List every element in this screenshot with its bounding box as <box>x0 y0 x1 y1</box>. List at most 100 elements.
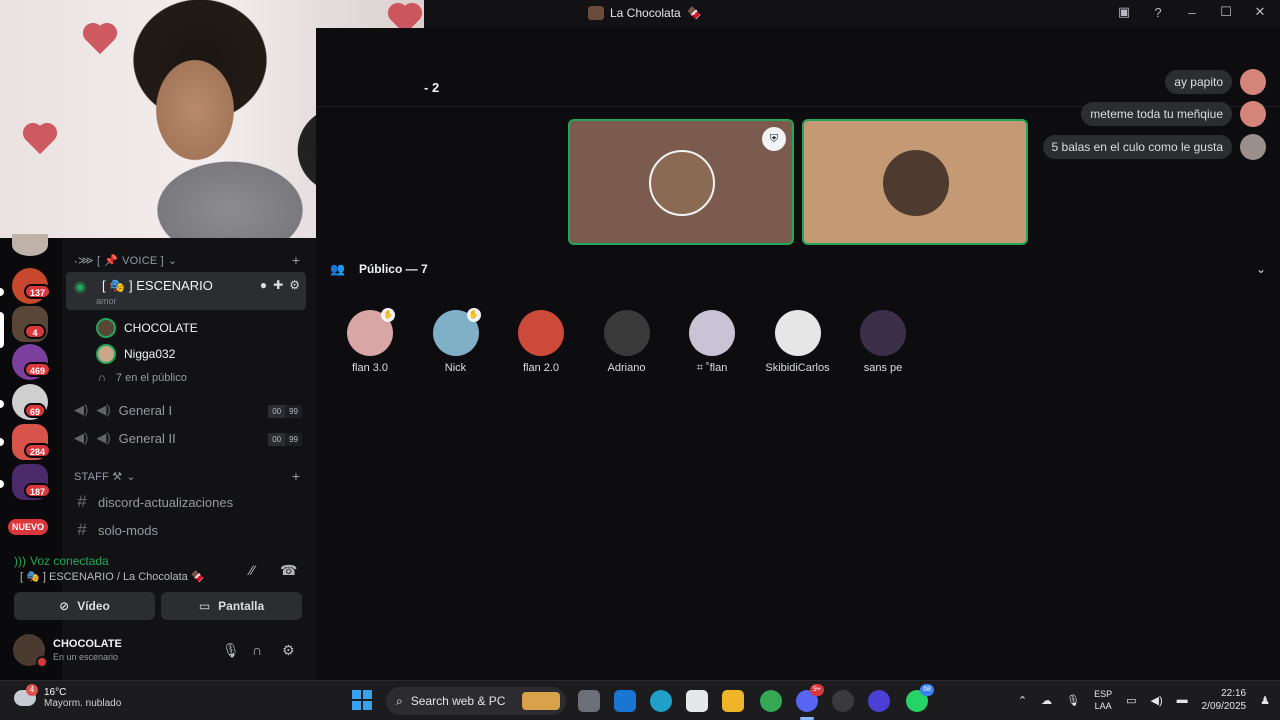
discord-icon[interactable]: 9+ <box>796 684 824 712</box>
inbox-icon[interactable]: ▣ <box>1114 4 1134 20</box>
app-icon[interactable] <box>832 690 854 712</box>
headphones-icon[interactable]: ∩ <box>252 642 262 658</box>
audience-member[interactable]: Adriano <box>587 310 667 374</box>
audience-member[interactable]: flan 2.0 <box>501 310 581 374</box>
help-icon[interactable]: ? <box>1148 5 1168 20</box>
mention-badge: 187 <box>24 483 52 498</box>
text-channel-solo-mods[interactable]: # solo-mods <box>74 520 158 540</box>
store-icon[interactable] <box>686 690 708 712</box>
people-icon: 👥 <box>330 262 345 276</box>
stage-speaker[interactable]: CHOCOLATE <box>96 318 198 338</box>
audience-member[interactable]: ✋ flan 3.0 <box>330 308 410 374</box>
avatar[interactable] <box>1240 69 1266 95</box>
audience-member[interactable]: SkibidiCarlos <box>758 310 838 374</box>
mention-badge: 284 <box>24 443 52 458</box>
voice-location[interactable]: [ 🎭 ] ESCENARIO / La Chocolata 🍫 <box>20 570 205 583</box>
avatar <box>96 318 116 338</box>
raised-hand-icon: ✋ <box>466 308 481 322</box>
text-channel-name: discord-actualizaciones <box>98 494 234 510</box>
screen-share-label: Pantalla <box>218 599 265 613</box>
new-servers-pill[interactable]: NUEVO <box>8 519 49 535</box>
voice-channel-general-ii[interactable]: ◀) ◀) General II <box>74 430 176 446</box>
chrome-icon[interactable] <box>760 690 782 712</box>
raised-hand-icon: ✋ <box>381 308 395 322</box>
display-icon[interactable]: ▭ <box>1126 694 1136 707</box>
voice-channel-general-i[interactable]: ◀) ◀) General I <box>74 402 172 418</box>
audience-member[interactable]: sans pe <box>843 310 923 374</box>
stage-audience[interactable]: ∩ 7 en el público <box>98 372 187 384</box>
file-explorer-icon[interactable] <box>722 690 744 712</box>
stage-channel-escenario[interactable]: ◉ [ 🎭 ] ESCENARIO amor ● ✚ ⚙ <box>66 272 306 310</box>
system-tray: ⌃ ☁ 🎙 ESP LAA ▭ ◀) ▬ 22:16 2/09/2025 ♟ <box>1018 687 1270 713</box>
avatar[interactable] <box>1240 101 1266 127</box>
whatsapp-icon[interactable]: 68 <box>906 684 934 712</box>
user-limit: 00 99 <box>268 405 302 418</box>
voice-status-text: Voz conectada <box>30 554 109 568</box>
avatar[interactable] <box>1240 134 1266 160</box>
message-bubble: meteme toda tu meñqiue <box>1081 102 1232 126</box>
maximize-icon[interactable]: ☐ <box>1216 4 1236 20</box>
language-indicator[interactable]: ESP LAA <box>1094 688 1112 712</box>
category-staff[interactable]: STAFF ⚒ ⌄ <box>74 470 136 483</box>
avatar <box>649 150 715 216</box>
close-icon[interactable]: ✕ <box>1250 4 1270 20</box>
audience-member[interactable]: ✋ Nick <box>416 308 496 374</box>
notification-icon[interactable]: ♟ <box>1260 694 1270 707</box>
username[interactable]: CHOCOLATE <box>53 638 122 650</box>
microphone-icon[interactable]: 🎙 <box>1066 694 1080 707</box>
voice-channel-name: General II <box>118 430 176 446</box>
chevron-up-icon[interactable]: ⌃ <box>1018 694 1027 707</box>
voice-status[interactable]: ))) Voz conectada <box>14 554 109 568</box>
speaker-tile[interactable] <box>802 119 1028 245</box>
stage-topic: amor <box>96 296 117 306</box>
edge-icon[interactable] <box>650 690 672 712</box>
speaker-icon: ◀) <box>96 430 111 445</box>
battery-icon[interactable]: ▬ <box>1177 694 1188 706</box>
speaker-tile[interactable]: ⛨ <box>568 119 794 245</box>
invite-icon[interactable]: ✚ <box>273 278 283 292</box>
search-box[interactable]: ⌕ Search web & PC <box>386 687 566 715</box>
search-icon: ⌕ <box>396 693 403 708</box>
category-voice[interactable]: ˖⋙ [ 📌 VOICE ] ⌄ <box>74 254 178 268</box>
audience-header: 👥 Público — 7 <box>330 262 428 276</box>
gear-icon[interactable]: ⚙ <box>282 642 295 659</box>
volume-icon[interactable]: ◀) <box>1151 694 1163 707</box>
moderator-shield-icon: ⛨ <box>762 127 786 151</box>
onedrive-icon[interactable]: ☁ <box>1041 694 1052 707</box>
screen-share-button[interactable]: ▭ Pantalla <box>161 592 302 620</box>
microphone-icon[interactable]: 🎙 <box>222 642 240 659</box>
server-icon[interactable] <box>12 234 48 256</box>
user-limit: 00 99 <box>268 433 302 446</box>
minimize-icon[interactable]: – <box>1182 5 1202 20</box>
task-view-icon[interactable] <box>578 690 600 712</box>
user-status: En un escenario <box>53 652 119 662</box>
start-button[interactable] <box>352 690 372 710</box>
video-button[interactable]: ⊘ Vídeo <box>14 592 155 620</box>
gear-icon[interactable]: ⚙ <box>289 278 300 292</box>
avatar <box>883 150 949 216</box>
user-panel: CHOCOLATE En un escenario 🎙 ∩ ⚙ <box>6 628 310 674</box>
outlook-icon[interactable] <box>614 690 636 712</box>
avatar <box>96 344 116 364</box>
stage-speaker[interactable]: Nigga032 <box>96 344 175 364</box>
chevron-down-icon: ⌄ <box>167 255 178 267</box>
disconnect-icon[interactable]: ☎ <box>280 562 297 579</box>
avatar <box>774 310 821 356</box>
chat-icon[interactable]: ● <box>260 278 267 292</box>
create-channel-icon[interactable]: + <box>292 468 300 484</box>
notification-badge: 9+ <box>810 684 824 696</box>
noise-suppression-icon[interactable]: ⁄⁄ <box>250 562 255 578</box>
text-channel-discord-actualizaciones[interactable]: # discord-actualizaciones <box>74 492 233 512</box>
voice-channel-name: General I <box>118 402 173 418</box>
member-name: Nick <box>444 362 467 374</box>
member-name: flan 3.0 <box>351 362 389 374</box>
audience-member[interactable]: ⌗ ˚flan <box>672 310 752 375</box>
chevron-down-icon[interactable]: ⌄ <box>1256 262 1266 276</box>
stage-view: - 2 ⛨ ay papito meteme toda tu meñqiue 5… <box>316 28 1280 680</box>
app-icon[interactable] <box>868 690 890 712</box>
cloud-icon: 4 <box>14 684 38 706</box>
create-channel-icon[interactable]: + <box>292 252 300 268</box>
notification-badge: 68 <box>920 684 934 696</box>
weather-widget[interactable]: 4 16°C Mayorm. nublado <box>14 684 121 709</box>
clock[interactable]: 22:16 2/09/2025 <box>1202 687 1247 713</box>
